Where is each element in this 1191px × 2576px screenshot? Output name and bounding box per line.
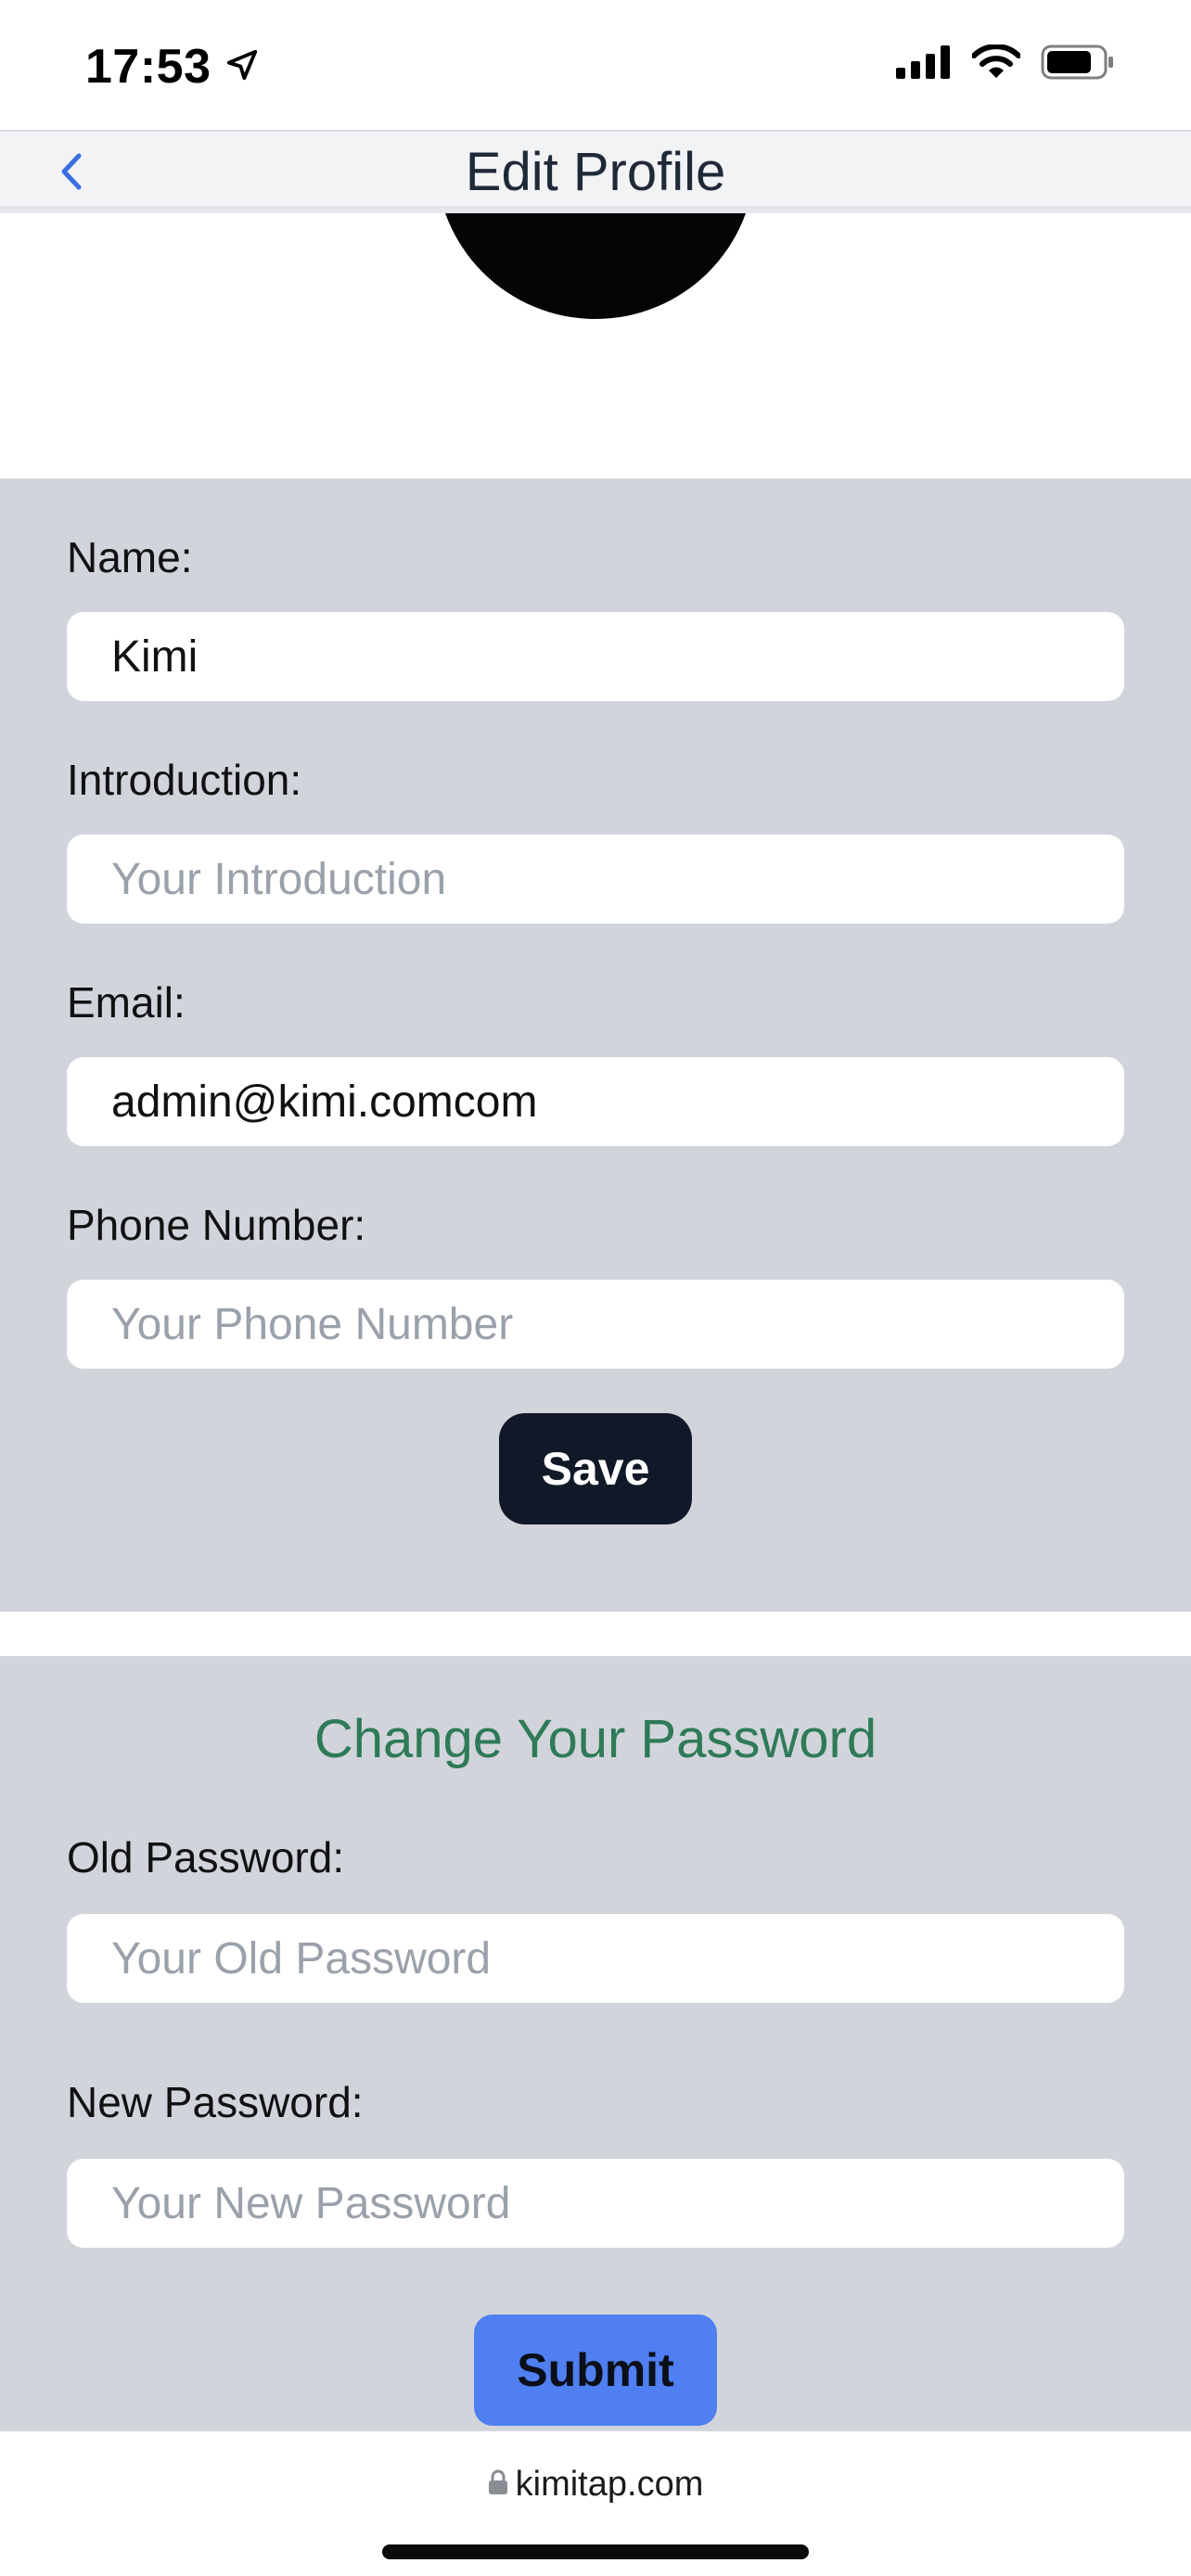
status-icons xyxy=(896,44,1115,84)
phone-label: Phone Number: xyxy=(67,1201,366,1249)
avatar-section xyxy=(0,213,1191,478)
url-text: kimitap.com xyxy=(515,2465,704,2504)
phone-input[interactable] xyxy=(67,1280,1124,1369)
introduction-input[interactable] xyxy=(67,835,1124,924)
wifi-icon xyxy=(971,44,1021,84)
lock-icon xyxy=(488,2469,508,2500)
location-arrow-icon xyxy=(224,39,260,95)
browser-address-bar: kimitap.com xyxy=(0,2429,1191,2576)
home-indicator[interactable] xyxy=(382,2544,809,2559)
battery-icon xyxy=(1041,45,1115,84)
introduction-label: Introduction: xyxy=(67,756,302,804)
address-field[interactable]: kimitap.com xyxy=(0,2465,1191,2505)
status-time: 17:53 xyxy=(85,40,211,94)
email-label: Email: xyxy=(67,978,186,1027)
section-divider xyxy=(0,1612,1191,1656)
old-password-input[interactable] xyxy=(67,1914,1124,2003)
name-input[interactable] xyxy=(67,612,1124,701)
status-bar: 17:53 xyxy=(0,0,1191,130)
save-button[interactable]: Save xyxy=(499,1413,692,1524)
submit-button[interactable]: Submit xyxy=(474,2315,717,2426)
email-input[interactable] xyxy=(67,1057,1124,1146)
password-section-title: Change Your Password xyxy=(314,1709,877,1769)
navigation-header: Edit Profile xyxy=(0,130,1191,213)
page-title: Edit Profile xyxy=(465,142,726,202)
edit-profile-screen: 17:53 Edit Profile Name: Kimi Introducti… xyxy=(0,0,1191,2576)
name-label: Name: xyxy=(67,533,193,581)
cellular-signal-icon xyxy=(896,45,952,83)
status-time-group: 17:53 xyxy=(85,39,260,95)
old-password-label: Old Password: xyxy=(67,1833,345,1881)
password-form: Change Your Password Old Password: New P… xyxy=(0,1656,1191,2429)
profile-form: Name: Introduction: Email: Phone Number:… xyxy=(0,478,1191,1612)
new-password-label: New Password: xyxy=(67,2078,364,2126)
new-password-input[interactable] xyxy=(67,2159,1124,2248)
avatar[interactable] xyxy=(436,213,755,319)
